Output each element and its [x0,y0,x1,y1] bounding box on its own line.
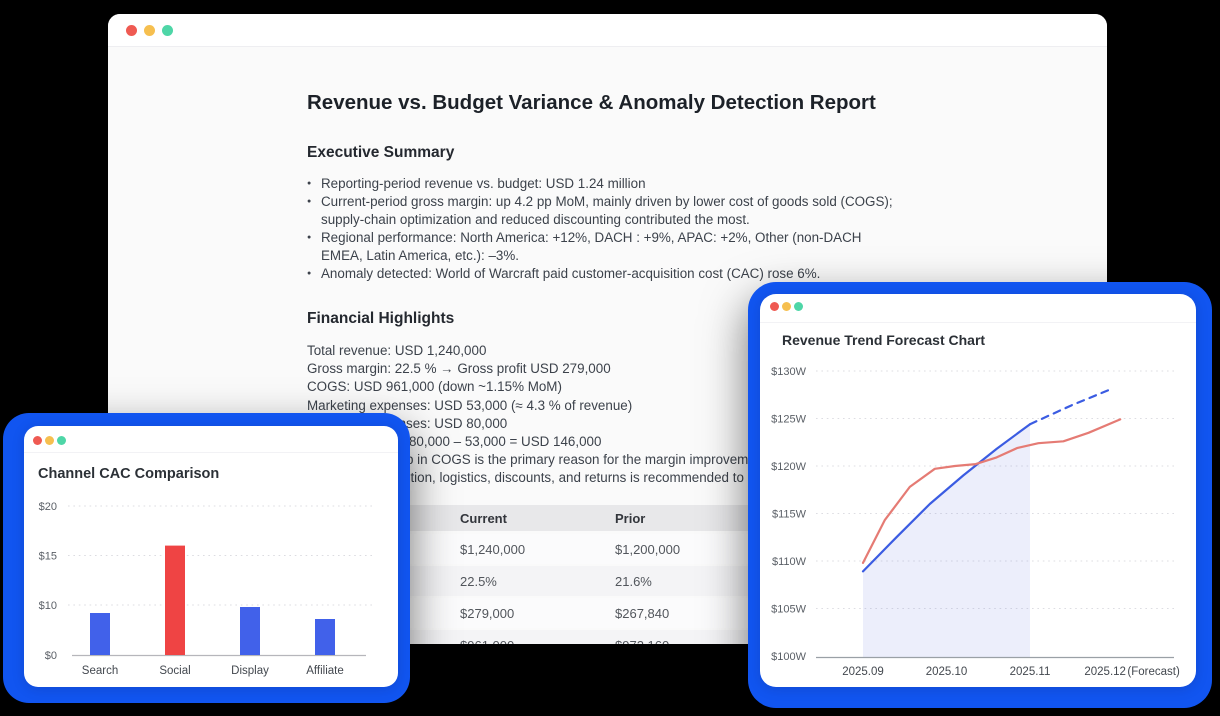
table-cell: Current [460,510,507,526]
table-cell: 22.5% [460,573,497,589]
svg-text:$0: $0 [45,650,57,662]
bullet-item: Reporting-period revenue vs. budget: USD… [307,175,897,193]
traffic-lights [126,14,173,46]
minimize-button[interactable] [144,24,155,36]
svg-text:2025.11: 2025.11 [1010,666,1051,678]
svg-text:$110W: $110W [772,556,807,568]
svg-text:Affiliate: Affiliate [306,665,344,677]
svg-text:$130W: $130W [771,366,806,378]
svg-text:$115W: $115W [772,509,807,521]
cac-window-frame: Channel CAC Comparison $20 $15 $10 $0 Search… [3,413,410,703]
bullet-item: Anomaly detected: World of Warcraft paid… [307,265,897,283]
svg-text:$105W: $105W [771,604,806,616]
forecast-window: Revenue Trend Forecast Chart $130W $125W $… [760,294,1196,687]
close-button[interactable] [126,24,137,36]
report-title: Revenue vs. Budget Variance & Anomaly De… [307,91,876,114]
table-cell: $961,000 [460,638,615,645]
svg-text:$120W: $120W [771,461,806,473]
svg-text:$20: $20 [39,501,57,513]
svg-text:Display: Display [231,665,269,677]
bullet-item: Current-period gross margin: up 4.2 pp M… [307,193,897,229]
svg-text:Social: Social [159,665,190,677]
svg-text:2025.09: 2025.09 [842,666,884,678]
table-cell: $1,240,000 [460,541,526,557]
svg-text:2025.10: 2025.10 [926,666,968,678]
svg-text:2025.12: 2025.12 [1084,666,1126,678]
bullet-item: Regional performance: North America: +12… [307,229,897,265]
svg-text:Search: Search [82,665,118,677]
svg-text:$125W: $125W [771,414,806,426]
screenshot-background: Revenue vs. Budget Variance & Anomaly De… [0,0,1220,716]
forecast-line-chart: $130W $125W $120W $115W $110W $105W $100W 2025.… [771,366,1180,678]
svg-text:$100W: $100W [771,651,806,663]
svg-text:$15: $15 [39,551,57,563]
zoom-button[interactable] [162,24,173,36]
executive-summary-list: Reporting-period revenue vs. budget: USD… [307,175,897,283]
table-cell: $279,000 [460,605,515,621]
financial-highlights-heading: Financial Highlights [307,310,455,327]
executive-summary-heading: Executive Summary [307,144,455,161]
report-window-titlebar[interactable] [108,14,1107,47]
svg-text:(Forecast): (Forecast) [1127,666,1180,678]
svg-text:$10: $10 [39,600,57,612]
forecast-window-frame: Revenue Trend Forecast Chart $130W $125W $… [748,282,1212,708]
cac-window: Channel CAC Comparison $20 $15 $10 $0 Search… [24,426,398,687]
cac-bar-chart: $20 $15 $10 $0 Search Social Display Affiliate [39,501,374,677]
